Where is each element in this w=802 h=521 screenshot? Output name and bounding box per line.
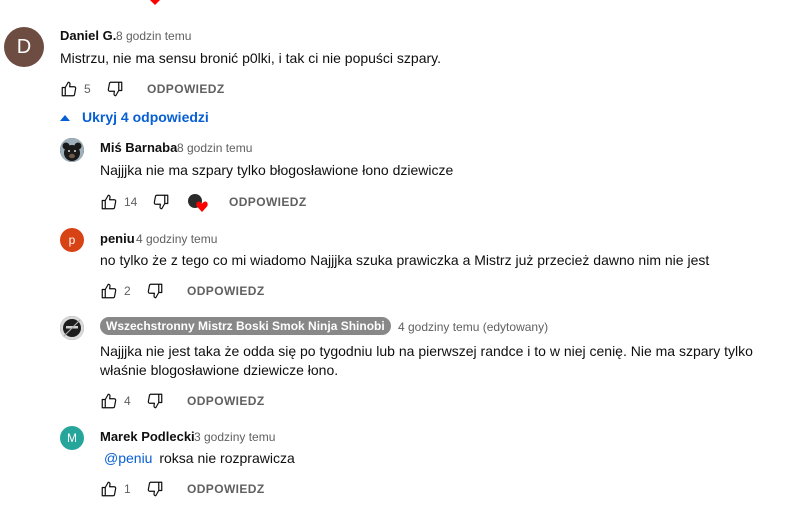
comment-author[interactable]: Daniel G.: [60, 28, 116, 43]
like-count: 5: [84, 82, 91, 96]
dislike-icon[interactable]: [146, 480, 164, 498]
comment-author[interactable]: Marek Podlecki: [100, 429, 195, 444]
comment-text-body: roksa nie rozprawicza: [159, 450, 295, 466]
reply-button[interactable]: ODPOWIEDZ: [229, 195, 307, 209]
dislike-icon[interactable]: [146, 392, 164, 410]
avatar[interactable]: p: [60, 228, 84, 252]
caret-up-icon: [60, 115, 70, 121]
comment-text-line-2: właśnie blogosławione dziewicze łono.: [100, 362, 339, 378]
like-icon[interactable]: [100, 193, 118, 211]
avatar[interactable]: D: [4, 27, 44, 67]
heart-icon: [196, 201, 208, 212]
comment-text: no tylko że z tego co mi wiadomo Najjjka…: [100, 252, 710, 268]
like-icon[interactable]: [100, 282, 118, 300]
creator-heart[interactable]: [188, 194, 210, 214]
avatar-letter: M: [67, 431, 77, 445]
comment-text: @peniu roksa nie rozprawicza: [100, 448, 295, 468]
comment-timestamp[interactable]: 4 godziny temu: [136, 232, 217, 246]
comment-text: Mistrzu, nie ma sensu bronić p0lki, i ta…: [60, 50, 442, 66]
mention-link[interactable]: @peniu: [100, 450, 152, 466]
comment-timestamp[interactable]: 3 godziny temu: [194, 430, 275, 444]
like-count: 2: [124, 284, 131, 298]
like-count: 1: [124, 482, 131, 496]
comment-timestamp[interactable]: 8 godzin temu: [177, 141, 252, 155]
creator-badge[interactable]: Wszechstronny Mistrz Boski Smok Ninja Sh…: [100, 317, 391, 335]
avatar[interactable]: [60, 138, 84, 162]
like-icon[interactable]: [100, 392, 118, 410]
like-icon[interactable]: [100, 480, 118, 498]
comment-text-line-1: Najjjka nie jest taka że odda się po tyg…: [100, 343, 753, 359]
like-count: 4: [124, 394, 131, 408]
comment-timestamp[interactable]: 4 godziny temu (edytowany): [398, 320, 548, 334]
bear-avatar-icon: [60, 138, 84, 162]
comment-author[interactable]: Miś Barnaba: [100, 140, 177, 155]
dislike-icon[interactable]: [146, 282, 164, 300]
heart-icon: [150, 0, 160, 5]
comment-text: Najjjka nie ma szpary tylko błogosławion…: [100, 162, 454, 178]
reply-button[interactable]: ODPOWIEDZ: [187, 284, 265, 298]
ninja-avatar-icon: [60, 316, 84, 340]
avatar[interactable]: [60, 316, 84, 340]
reply-button[interactable]: ODPOWIEDZ: [187, 394, 265, 408]
like-count: 14: [124, 195, 138, 209]
hide-replies-label: Ukryj 4 odpowiedzi: [82, 109, 209, 125]
comment-author[interactable]: peniu: [100, 231, 135, 246]
avatar-letter: p: [68, 233, 76, 247]
reply-button[interactable]: ODPOWIEDZ: [147, 82, 225, 96]
reply-button[interactable]: ODPOWIEDZ: [187, 482, 265, 496]
avatar[interactable]: M: [60, 426, 84, 450]
like-icon[interactable]: [60, 80, 78, 98]
avatar-letter: D: [16, 35, 32, 58]
dislike-icon[interactable]: [152, 193, 170, 211]
dislike-icon[interactable]: [106, 80, 124, 98]
comment-timestamp[interactable]: 8 godzin temu: [116, 29, 191, 43]
